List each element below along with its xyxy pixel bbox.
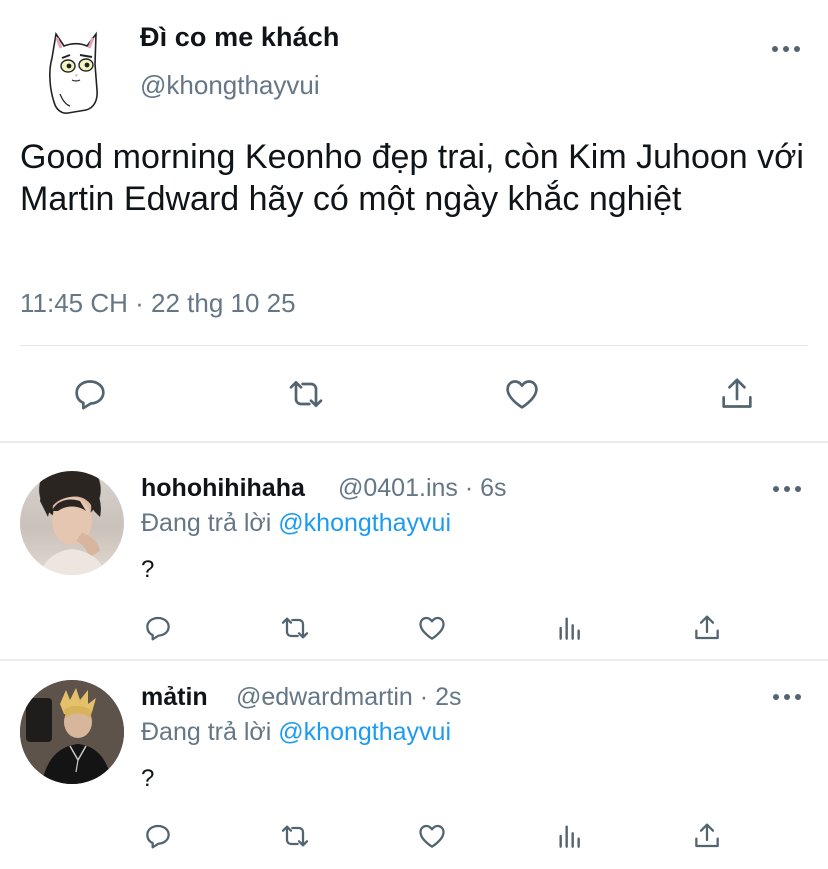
reply-handle-text: @0401.ins [338, 474, 458, 502]
replying-prefix: Đang trả lời [141, 509, 272, 537]
more-options-icon[interactable] [773, 692, 803, 702]
author-handle[interactable]: @khongthayvui [140, 70, 320, 101]
more-options-icon[interactable] [772, 44, 802, 54]
tweet-text: Good morning Keonho đẹp trai, còn Kim Ju… [20, 138, 804, 218]
like-icon[interactable] [416, 820, 448, 852]
cat-sticker-icon [49, 31, 98, 114]
replying-prefix: Đang trả lời [141, 718, 272, 746]
like-icon[interactable] [502, 374, 542, 414]
replying-to-handle[interactable]: @khongthayvui [278, 718, 451, 746]
reply-icon[interactable] [70, 374, 110, 414]
replying-to: Đang trả lời @khongthayvui [141, 718, 451, 747]
tweet-timestamp[interactable]: 11:45 CH · 22 thg 10 25 [20, 288, 296, 319]
analytics-icon[interactable] [554, 612, 586, 644]
person-photo-icon [20, 680, 124, 784]
person-photo-icon [40, 477, 106, 575]
reply-text: ? [141, 556, 155, 583]
more-options-icon[interactable] [773, 484, 803, 494]
author-avatar[interactable] [42, 24, 106, 118]
reply-time: · 2s [419, 683, 462, 711]
reply-avatar[interactable] [20, 680, 124, 784]
replying-to-handle[interactable]: @khongthayvui [278, 509, 451, 537]
reply-icon[interactable] [142, 820, 174, 852]
replying-to: Đang trả lời @khongthayvui [141, 509, 451, 538]
author-display-name[interactable]: Đì co me khách [140, 22, 339, 53]
reply-text: ? [141, 765, 155, 792]
section-separator [0, 441, 828, 443]
reply-icon[interactable] [142, 612, 174, 644]
share-icon[interactable] [717, 374, 757, 414]
reply-display-name[interactable]: hohohihihaha [141, 474, 305, 503]
analytics-icon[interactable] [554, 820, 586, 852]
reply-handle[interactable]: @0401.ins · 6s [338, 474, 507, 503]
like-icon[interactable] [416, 612, 448, 644]
retweet-icon[interactable] [279, 612, 311, 644]
section-separator [0, 659, 828, 661]
retweet-icon[interactable] [279, 820, 311, 852]
reply-avatar[interactable] [20, 471, 124, 575]
reply-handle[interactable]: @edwardmartin · 2s [236, 683, 461, 712]
reply-time: · 6s [464, 474, 507, 502]
share-icon[interactable] [691, 820, 723, 852]
divider [20, 345, 808, 346]
retweet-icon[interactable] [286, 374, 326, 414]
reply-display-name[interactable]: mảtin [141, 683, 208, 712]
share-icon[interactable] [691, 612, 723, 644]
reply-handle-text: @edwardmartin [236, 683, 413, 711]
